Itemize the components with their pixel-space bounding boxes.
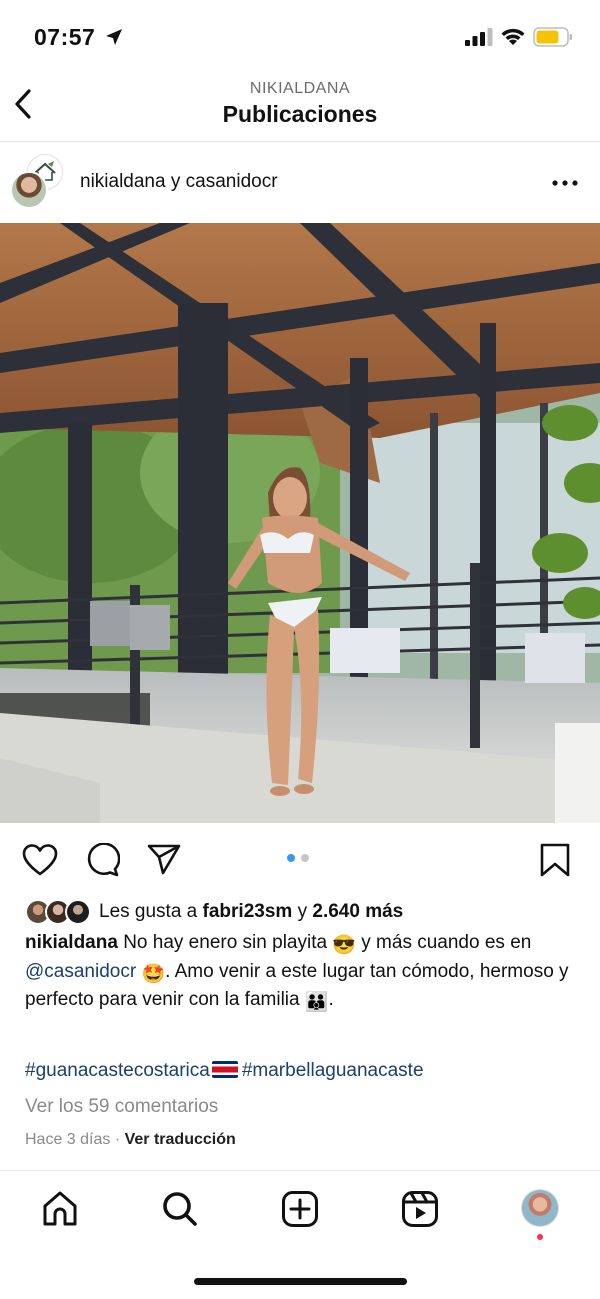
- likes-joiner: y: [292, 901, 313, 922]
- search-icon[interactable]: [160, 1189, 200, 1229]
- carousel-dot: [301, 854, 309, 862]
- post-caption: nikialdana No hay enero sin playita 😎 y …: [25, 930, 580, 1016]
- bottom-tab-bar: [0, 1170, 600, 1250]
- share-icon[interactable]: [146, 843, 182, 877]
- bookmark-icon[interactable]: [537, 843, 573, 877]
- create-icon[interactable]: [280, 1189, 320, 1229]
- likes-count[interactable]: 2.640 más: [312, 901, 403, 922]
- liker-username[interactable]: fabri23sm: [203, 901, 293, 922]
- family-emoji-icon: 👪: [304, 992, 329, 1013]
- post-meta: Hace 3 días · Ver traducción: [25, 1131, 236, 1149]
- comment-icon[interactable]: [84, 843, 120, 877]
- likes-row[interactable]: Les gusta a fabri23sm y 2.640 más: [0, 897, 600, 929]
- post-timestamp: Hace 3 días: [25, 1131, 111, 1148]
- heart-icon[interactable]: [22, 843, 58, 877]
- notification-dot: [537, 1234, 543, 1240]
- battery-icon: [533, 27, 572, 47]
- carousel-indicator: [287, 854, 317, 864]
- liker-avatars: [25, 899, 95, 925]
- costa-rica-flag-icon: [211, 1061, 238, 1078]
- wifi-icon: [501, 28, 525, 45]
- see-translation-link[interactable]: Ver traducción: [125, 1131, 236, 1148]
- post-image-illustration: [0, 223, 600, 823]
- page-title: Publicaciones: [222, 101, 378, 127]
- top-navigation-header: NIKIALDANA Publicaciones: [0, 70, 600, 142]
- hashtag-link[interactable]: #marbellaguanacaste: [242, 1060, 424, 1081]
- meta-separator: ·: [110, 1131, 125, 1148]
- collaborator-username[interactable]: casanidocr: [186, 171, 278, 192]
- status-time: 07:57: [34, 24, 96, 50]
- home-indicator[interactable]: [194, 1278, 407, 1285]
- caption-username[interactable]: nikialdana: [25, 932, 118, 953]
- carousel-dot-active: [287, 854, 295, 862]
- post-authors[interactable]: nikialdana y casanidocr: [80, 171, 278, 193]
- ellipsis-icon[interactable]: [550, 173, 580, 193]
- star-struck-emoji-icon: 🤩: [141, 963, 166, 985]
- authors-joiner: y: [165, 171, 186, 192]
- caption-text: .: [328, 989, 334, 1010]
- hashtags: #guanacastecostarica #marbellaguanacaste: [25, 1060, 424, 1082]
- liker-avatar: [65, 899, 91, 925]
- header-username: NIKIALDANA: [249, 80, 351, 97]
- author-avatars[interactable]: [10, 155, 66, 211]
- author-avatar[interactable]: [10, 171, 48, 209]
- view-comments-link[interactable]: Ver los 59 comentarios: [25, 1096, 218, 1118]
- profile-avatar[interactable]: [521, 1189, 559, 1227]
- caption-text: y más cuando es en: [356, 932, 532, 953]
- cellular-signal-icon: [465, 28, 493, 46]
- location-arrow-icon: [106, 29, 122, 45]
- post-header: nikialdana y casanidocr: [0, 143, 600, 223]
- hashtag-link[interactable]: #guanacastecostarica: [25, 1060, 210, 1081]
- status-bar: 07:57: [0, 0, 600, 70]
- post-image[interactable]: [0, 223, 600, 823]
- caption-mention[interactable]: @casanidocr: [25, 961, 136, 982]
- likes-text[interactable]: Les gusta a fabri23sm y 2.640 más: [99, 901, 403, 923]
- sunglasses-emoji-icon: 😎: [332, 935, 356, 956]
- reels-icon[interactable]: [400, 1189, 440, 1229]
- caption-text: No hay enero sin playita: [117, 932, 333, 953]
- author-username[interactable]: nikialdana: [80, 171, 166, 192]
- post-action-bar: [0, 823, 600, 895]
- likes-prefix: Les gusta a: [99, 901, 203, 922]
- home-icon[interactable]: [40, 1189, 80, 1229]
